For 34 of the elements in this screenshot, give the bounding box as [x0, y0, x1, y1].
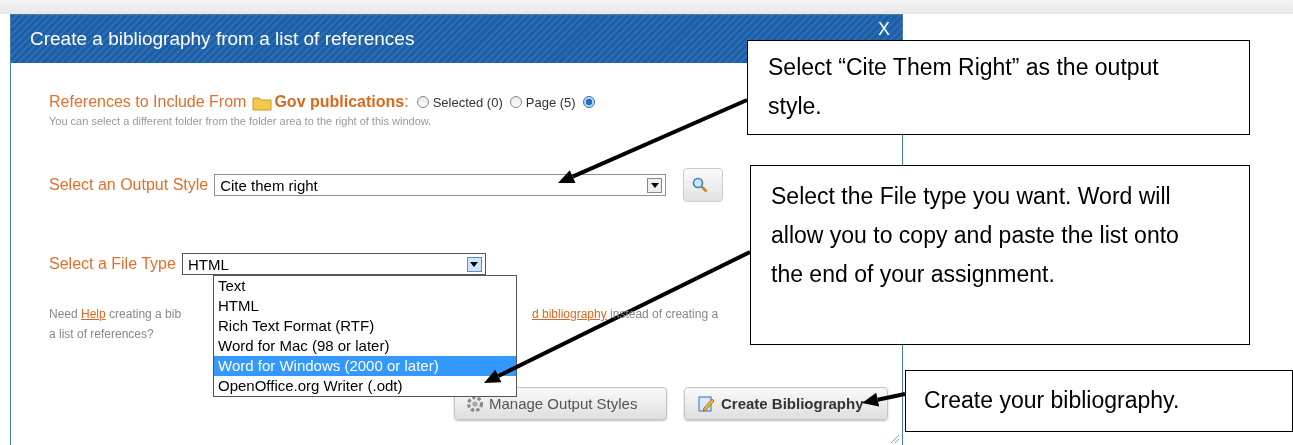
callout-text: Select the File type you want. Word will allow you to copy and paste the list onto the end of your assignment. [771, 183, 1179, 287]
hint-text: You can select a different folder from the folder area to the right of this window. [49, 115, 433, 127]
field-label: References to Include From [49, 93, 247, 111]
manage-styles-button[interactable]: Manage Output Styles [454, 387, 667, 420]
radio-button[interactable] [509, 96, 522, 108]
search-icon [692, 177, 709, 193]
close-button[interactable]: X [878, 19, 890, 40]
file-type-select[interactable]: HTML [181, 253, 486, 275]
resize-grip-icon [888, 432, 900, 444]
radio-button[interactable] [582, 96, 595, 108]
gear-icon [467, 395, 483, 412]
dropdown-option[interactable]: Rich Text Format (RTF) [214, 316, 516, 336]
create-bibliography-button[interactable]: Create Bibliography [684, 387, 888, 420]
folder-icon [252, 95, 273, 111]
colon-text: : [404, 93, 409, 111]
callout-text: Create your bibliography. [924, 387, 1180, 413]
window-title: Create a bibliography from a list of references [30, 28, 415, 50]
field-label: Select an Output Style [49, 176, 209, 194]
radio-label: Page (5) [525, 94, 576, 110]
output-style-select[interactable]: Cite them right [214, 174, 667, 196]
radio-button[interactable] [416, 96, 429, 108]
folder-name: Gov publications [274, 93, 405, 111]
dropdown-option[interactable]: Text [214, 276, 516, 296]
radio-label: Selected (0) [432, 94, 503, 110]
edit-document-icon [697, 394, 715, 413]
preview-button[interactable] [683, 168, 724, 202]
help-text: Need Help creating a bib [49, 307, 183, 321]
field-label: Select a File Type [49, 255, 176, 273]
bibliography-link[interactable]: d bibliography [532, 307, 607, 321]
dropdown-option[interactable]: Word for Mac (98 or later) [214, 336, 516, 356]
help-link[interactable]: Help [81, 307, 106, 321]
help-text: a list of references? [49, 327, 155, 341]
dropdown-option[interactable]: HTML [214, 296, 516, 316]
callout-text: Select “Cite Them Right” as the output style. [768, 54, 1159, 119]
